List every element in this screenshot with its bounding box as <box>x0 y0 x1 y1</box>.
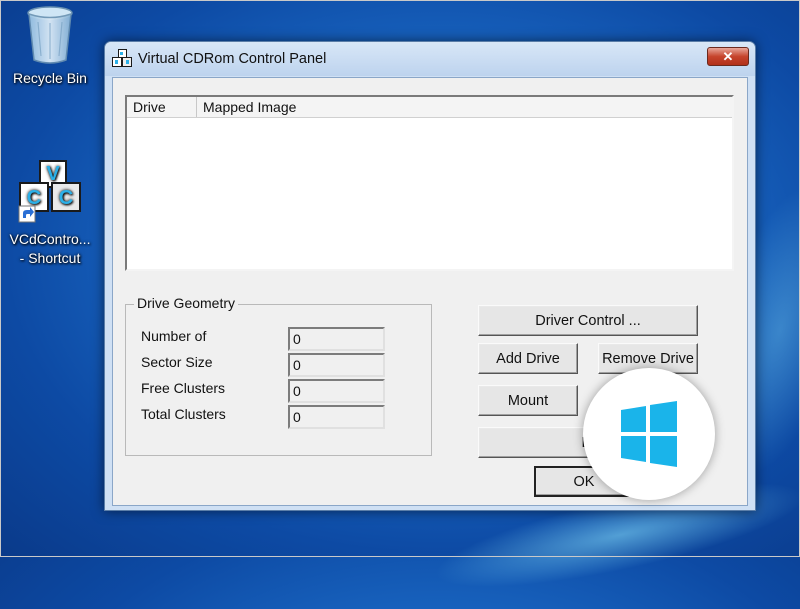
drive-list-view[interactable]: Drive Mapped Image <box>125 95 734 271</box>
mount-button[interactable]: Mount <box>478 385 578 416</box>
list-header: Drive Mapped Image <box>127 97 732 118</box>
window-title: Virtual CDRom Control Panel <box>138 51 327 67</box>
shortcut-label-line1: VCdContro... <box>9 231 91 247</box>
drive-geometry-group: Drive Geometry Number of 0 Sector Size 0… <box>125 295 432 456</box>
close-button[interactable]: ✕ <box>707 47 749 66</box>
drive-geometry-title: Drive Geometry <box>134 295 239 311</box>
recycle-bin-label: Recycle Bin <box>13 70 87 86</box>
driver-control-button[interactable]: Driver Control ... <box>478 305 698 336</box>
windows-logo-badge <box>583 368 715 500</box>
vcdcontrol-shortcut-desktop-icon[interactable]: V C C VCdContro... - Shortcut <box>0 158 100 268</box>
total-clusters-label: Total Clusters <box>141 406 226 422</box>
icon-letter: C <box>59 187 73 209</box>
sector-size-label: Sector Size <box>141 354 213 370</box>
add-drive-button[interactable]: Add Drive <box>478 343 578 374</box>
close-icon: ✕ <box>722 49 734 64</box>
recycle-bin-icon <box>27 6 73 64</box>
column-header-mapped-image[interactable]: Mapped Image <box>197 97 732 117</box>
sector-size-field: 0 <box>288 353 385 377</box>
vcdcontrol-app-icon <box>112 49 132 67</box>
title-bar[interactable]: Virtual CDRom Control Panel ✕ <box>105 42 755 76</box>
icon-letter: V <box>46 163 60 185</box>
shortcut-label-line2: - Shortcut <box>19 250 81 266</box>
vcdcontrol-app-icon: V C C <box>18 160 81 223</box>
total-clusters-field: 0 <box>288 405 385 429</box>
recycle-bin-desktop-icon[interactable]: Recycle Bin <box>0 4 100 88</box>
free-clusters-field: 0 <box>288 379 385 403</box>
number-of-field: 0 <box>288 327 385 351</box>
free-clusters-label: Free Clusters <box>141 380 226 396</box>
number-of-label: Number of <box>141 328 207 344</box>
column-header-drive[interactable]: Drive <box>127 97 197 117</box>
windows-logo-icon <box>621 401 677 467</box>
